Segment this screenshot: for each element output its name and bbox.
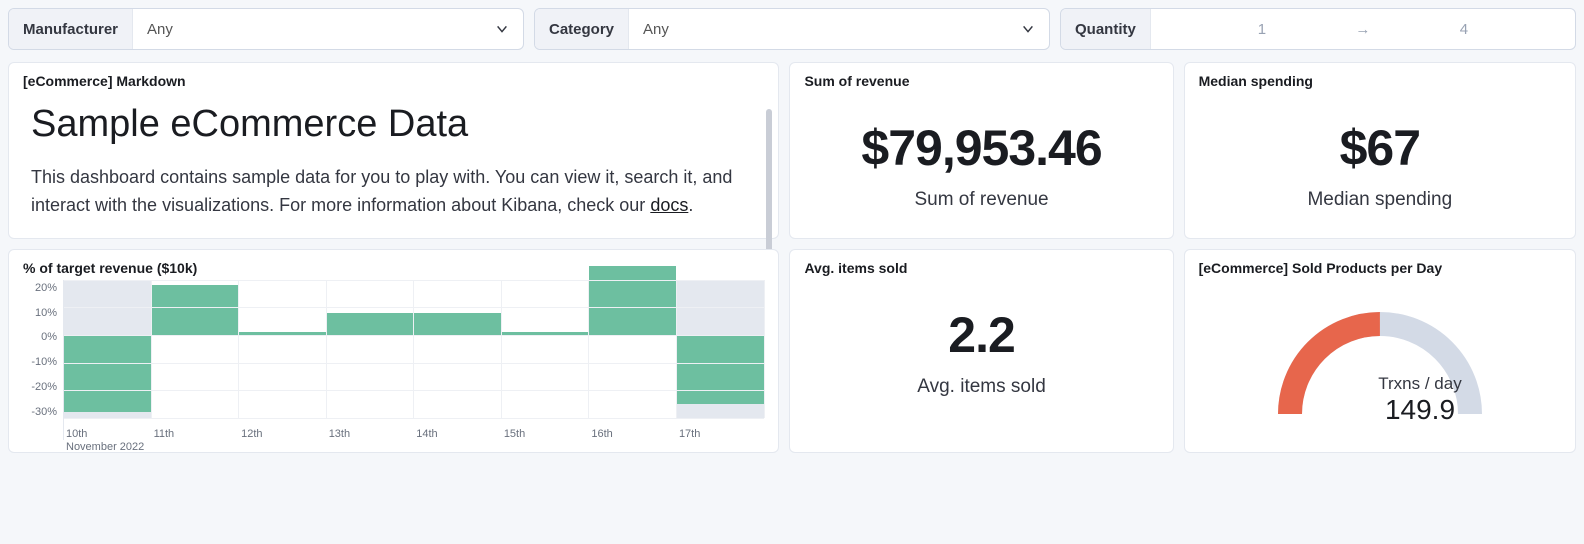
x-axis: 10th11th12th13th14th15th16th17th (64, 428, 764, 440)
filter-quantity[interactable]: Quantity 1 → 4 (1060, 8, 1576, 50)
panel-markdown: [eCommerce] Markdown Sample eCommerce Da… (8, 62, 779, 239)
chart-bar (64, 280, 152, 418)
metric-value: 2.2 (804, 306, 1158, 364)
metric-label: Median spending (1199, 189, 1561, 211)
filter-manufacturer[interactable]: Manufacturer Any (8, 8, 524, 50)
filter-manufacturer-value-text: Any (147, 21, 173, 38)
filters-row: Manufacturer Any Category Any Quantity 1… (8, 8, 1576, 50)
x-axis-sublabel: November 2022 (64, 441, 144, 453)
filter-category-label: Category (535, 9, 629, 49)
y-axis: 20%10%0%-10%-20%-30% (23, 280, 63, 440)
filter-category-value[interactable]: Any (629, 9, 1049, 49)
filter-category[interactable]: Category Any (534, 8, 1050, 50)
filter-manufacturer-label: Manufacturer (9, 9, 133, 49)
gauge-label: Trxns / day (1378, 374, 1462, 393)
quantity-to: 4 (1373, 21, 1555, 38)
panel-avg-items-sold: Avg. items sold 2.2 Avg. items sold (789, 249, 1173, 453)
markdown-paragraph: This dashboard contains sample data for … (31, 164, 756, 220)
gauge[interactable]: Trxns / day 149.9 (1199, 280, 1561, 434)
arrow-right-icon: → (1353, 21, 1373, 38)
panel-title: Avg. items sold (804, 260, 1158, 276)
panel-sold-products-per-day: [eCommerce] Sold Products per Day Trxns … (1184, 249, 1576, 453)
metric-label: Sum of revenue (804, 189, 1158, 211)
metric-value: $67 (1199, 119, 1561, 177)
docs-link[interactable]: docs (650, 195, 688, 215)
metric-value: $79,953.46 (804, 119, 1158, 177)
chart-bar (152, 280, 240, 418)
filter-quantity-label: Quantity (1061, 9, 1151, 49)
chart-bar (589, 280, 677, 418)
panel-median-spending: Median spending $67 Median spending (1184, 62, 1576, 239)
panel-title: [eCommerce] Markdown (23, 73, 764, 89)
panel-sum-of-revenue: Sum of revenue $79,953.46 Sum of revenue (789, 62, 1173, 239)
chart-bar (239, 280, 327, 418)
markdown-text-post: . (688, 195, 693, 215)
panel-target-revenue: % of target revenue ($10k) 20%10%0%-10%-… (8, 249, 779, 453)
chart-bar (502, 280, 590, 418)
chart-bar (677, 280, 765, 418)
gauge-value: 149.9 (1385, 394, 1455, 425)
markdown-body: Sample eCommerce Data This dashboard con… (23, 93, 764, 226)
panel-title: Sum of revenue (804, 73, 1158, 89)
target-revenue-chart[interactable]: 20%10%0%-10%-20%-30% 10th11th12th13th14t… (23, 280, 764, 440)
filter-category-value-text: Any (643, 21, 669, 38)
markdown-text-pre: This dashboard contains sample data for … (31, 167, 732, 215)
chevron-down-icon (1021, 22, 1035, 36)
markdown-heading: Sample eCommerce Data (31, 103, 756, 146)
panel-title: Median spending (1199, 73, 1561, 89)
panel-title: [eCommerce] Sold Products per Day (1199, 260, 1561, 276)
filter-quantity-range[interactable]: 1 → 4 (1151, 9, 1575, 49)
filter-manufacturer-value[interactable]: Any (133, 9, 523, 49)
metric-label: Avg. items sold (804, 376, 1158, 398)
quantity-from: 1 (1171, 21, 1353, 38)
plot-area: 10th11th12th13th14th15th16th17th Novembe… (63, 280, 764, 440)
chart-bar (327, 280, 415, 418)
chart-bar (414, 280, 502, 418)
chevron-down-icon (495, 22, 509, 36)
